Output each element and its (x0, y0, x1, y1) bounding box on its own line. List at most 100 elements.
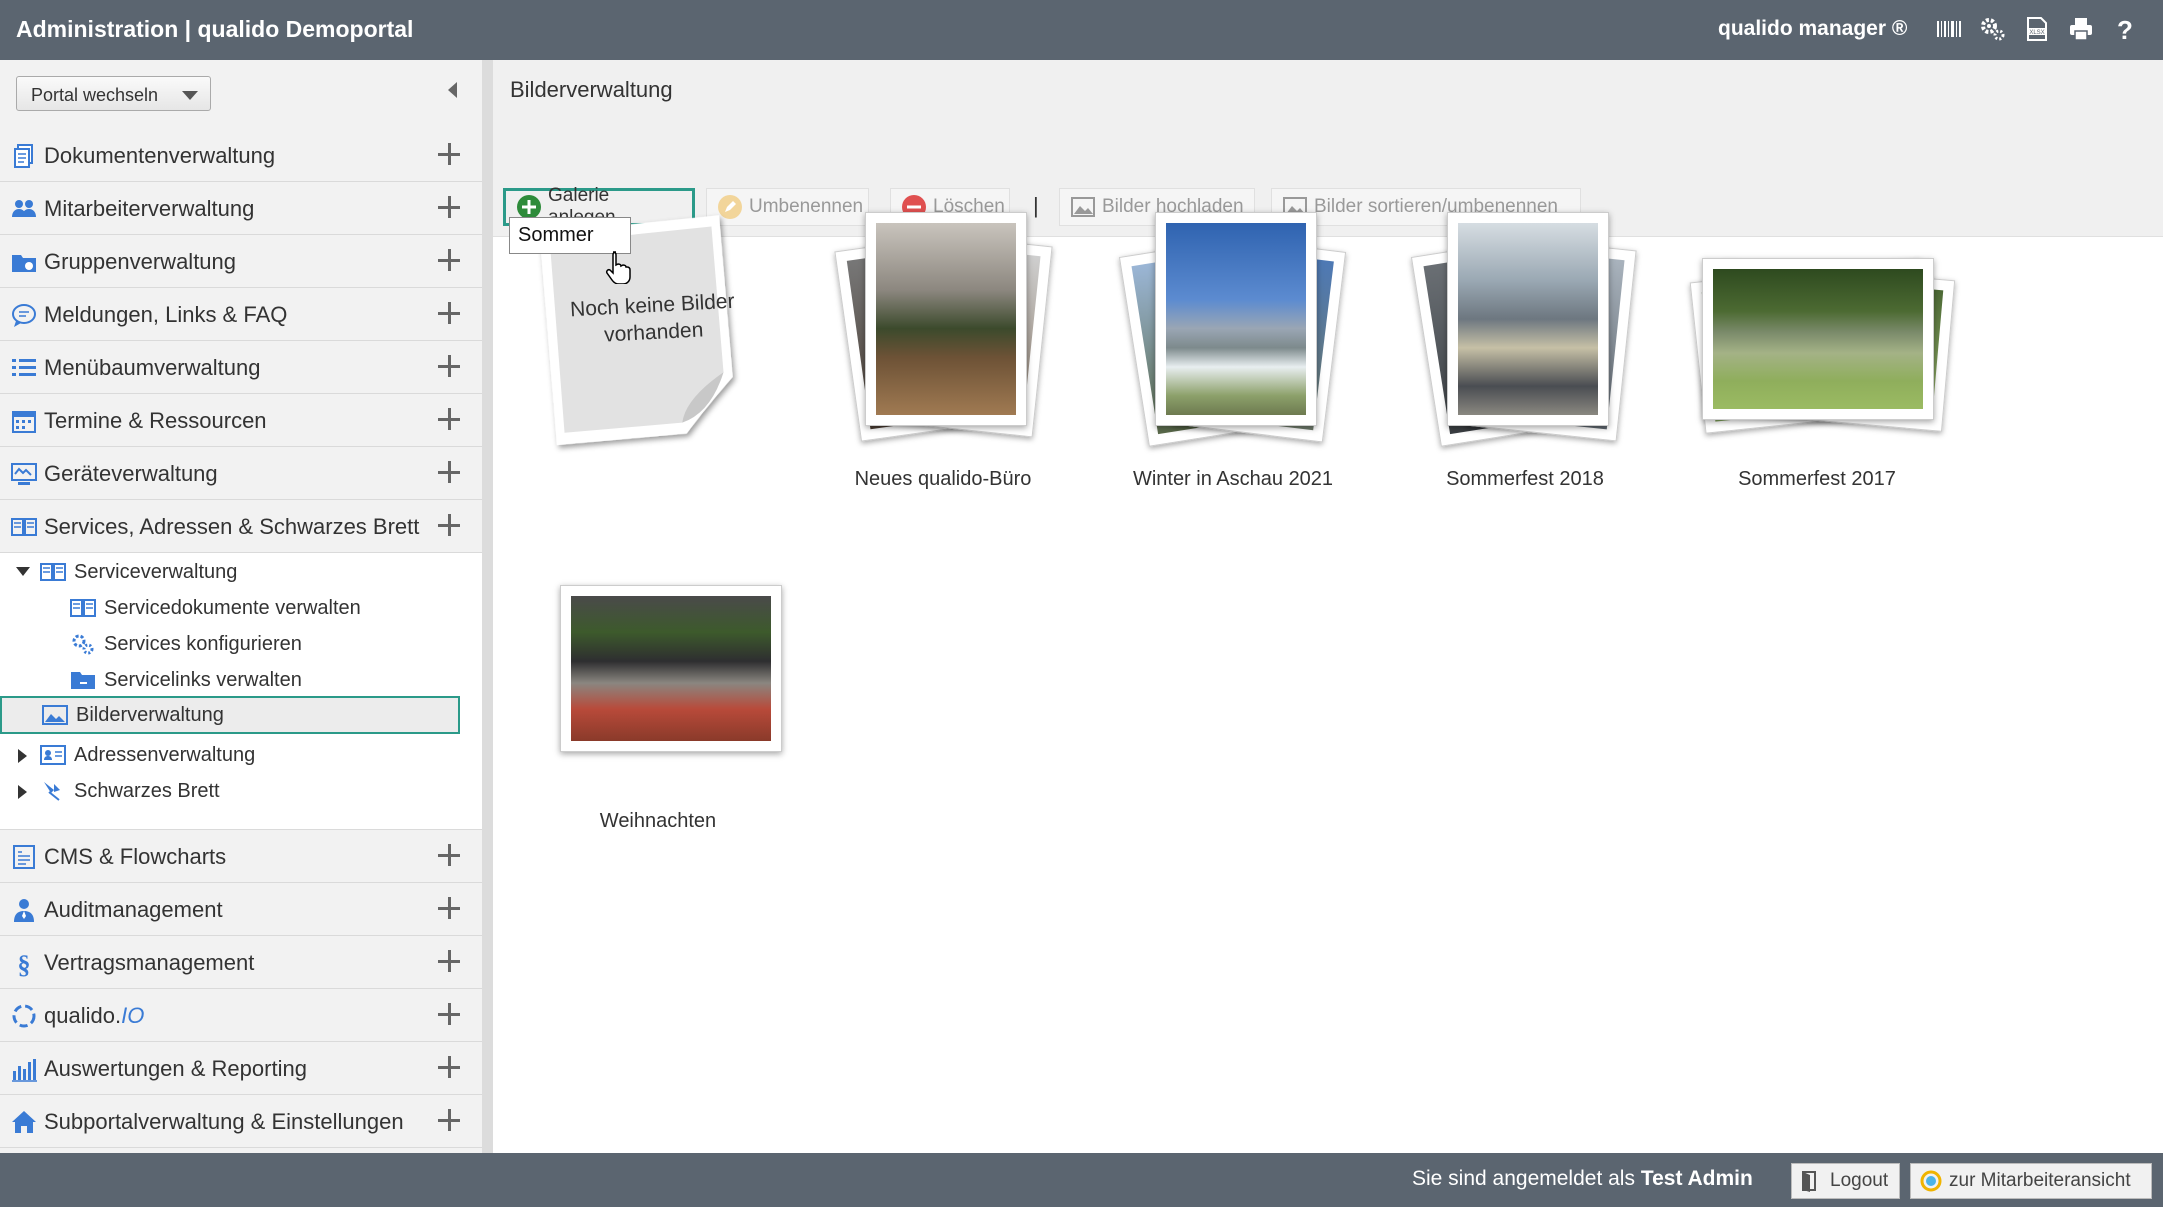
tree-expanded-icon[interactable] (16, 567, 30, 576)
gallery-tile[interactable]: Neues qualido-Büro (803, 200, 1083, 560)
expand-icon[interactable] (438, 1056, 462, 1080)
gallery-name-input[interactable] (509, 217, 631, 254)
paragraph-icon: § (10, 949, 38, 979)
expand-icon[interactable] (438, 1109, 462, 1133)
gallery-caption: Winter in Aschau 2021 (1132, 468, 1334, 490)
menu-auswertungen[interactable]: Auswertungen & Reporting (0, 1042, 482, 1095)
menu-termine[interactable]: Termine & Ressourcen (0, 394, 482, 447)
footer-bar: Sie sind angemeldet als Test Admin Logou… (0, 1153, 2163, 1207)
login-prefix: Sie sind angemeldet als (1412, 1167, 1635, 1190)
menu-geraeteverwaltung[interactable]: Geräteverwaltung (0, 447, 482, 500)
tree-collapsed-icon[interactable] (18, 749, 27, 763)
gallery-thumbnail (560, 585, 782, 752)
menu-qualido-io[interactable]: qualido.IO (0, 989, 482, 1042)
menu-gruppenverwaltung[interactable]: Gruppenverwaltung (0, 235, 482, 288)
expand-icon[interactable] (438, 249, 462, 273)
address-card-icon (40, 743, 66, 767)
menu-vertragsmanagement[interactable]: § Vertragsmanagement (0, 936, 482, 989)
qualido-ring-icon (1920, 1170, 1942, 1192)
house-icon (10, 1108, 38, 1136)
device-icon (10, 460, 38, 488)
menu-label: Auditmanagement (44, 897, 223, 922)
xlsx-export-icon[interactable]: XLSX (2022, 12, 2052, 46)
book-icon (70, 596, 96, 620)
print-icon[interactable] (2066, 12, 2096, 46)
menu-services-adressen[interactable]: Services, Adressen & Schwarzes Brett (0, 500, 482, 553)
empty-gallery-note: Noch keine Bilder vorhanden (569, 289, 736, 347)
gallery-tile[interactable]: Weihnachten (518, 520, 798, 850)
barcode-icon[interactable] (1934, 12, 1964, 46)
tree-item-bilderverwaltung[interactable]: Bilderverwaltung (0, 696, 460, 734)
employee-view-button[interactable]: zur Mitarbeiteransicht (1910, 1163, 2152, 1199)
app-title: Administration | qualido Demoportal (16, 16, 414, 42)
sidebar: Portal wechseln Dokumentenverwaltung Mit… (0, 60, 493, 1153)
employee-view-label: zur Mitarbeiteransicht (1949, 1170, 2131, 1191)
menu-label: Subportalverwaltung & Einstellungen (44, 1109, 404, 1134)
gallery-thumbnail (1702, 258, 1934, 420)
logout-button[interactable]: Logout (1791, 1163, 1900, 1199)
expand-icon[interactable] (438, 196, 462, 220)
menu-label: Gruppenverwaltung (44, 249, 237, 274)
menu-label: Meldungen, Links & FAQ (44, 302, 288, 327)
tree-item-schwarzes-brett[interactable]: Schwarzes Brett (40, 774, 220, 808)
tree-label: Services konfigurieren (104, 632, 302, 655)
gallery-thumbnail (865, 212, 1027, 426)
portal-switch-select[interactable]: Portal wechseln (16, 76, 211, 111)
expand-icon[interactable] (438, 897, 462, 921)
menu-meldungen[interactable]: Meldungen, Links & FAQ (0, 288, 482, 341)
brand-label: qualido manager ® (1718, 17, 1908, 40)
menu-label: Vertragsmanagement (44, 950, 255, 975)
gallery-tile[interactable]: Sommerfest 2018 (1385, 200, 1665, 560)
book-icon (40, 560, 66, 584)
group-folder-icon (10, 248, 38, 276)
collapse-sidebar-icon[interactable] (448, 82, 457, 98)
expand-icon[interactable] (438, 1003, 462, 1027)
tree-label: Serviceverwaltung (74, 560, 238, 583)
qualido-label: qualido. (44, 1003, 122, 1028)
svg-text:§: § (18, 950, 31, 977)
menu-label: Menübaumverwaltung (44, 355, 261, 380)
menu-mitarbeiterverwaltung[interactable]: Mitarbeiterverwaltung (0, 182, 482, 235)
gears-icon[interactable] (1978, 12, 2008, 46)
tree-label: Bilderverwaltung (76, 703, 224, 726)
tree-collapsed-icon[interactable] (18, 785, 27, 799)
menu-label: Auswertungen & Reporting (44, 1056, 307, 1081)
expand-icon[interactable] (438, 844, 462, 868)
tree-item-servicedokumente[interactable]: Servicedokumente verwalten (70, 591, 361, 625)
gears-icon (70, 632, 96, 656)
tree-label: Adressenverwaltung (74, 743, 256, 766)
users-icon (10, 195, 38, 223)
menu-dokumentenverwaltung[interactable]: Dokumentenverwaltung (0, 129, 482, 182)
book-icon (10, 513, 38, 541)
tree-item-serviceverwaltung[interactable]: Serviceverwaltung (40, 555, 237, 589)
expand-icon[interactable] (438, 461, 462, 485)
tree-item-servicelinks[interactable]: Servicelinks verwalten (70, 663, 302, 697)
menu-label: Services, Adressen & Schwarzes Brett (44, 514, 420, 539)
gallery-tile[interactable]: Sommerfest 2017 (1677, 200, 1957, 560)
tree-item-adressenverwaltung[interactable]: Adressenverwaltung (40, 738, 255, 772)
gallery-tile[interactable]: Winter in Aschau 2021 (1093, 200, 1373, 560)
menu-label: Termine & Ressourcen (44, 408, 267, 433)
menu-cms[interactable]: CMS & Flowcharts (0, 830, 482, 883)
expand-icon[interactable] (438, 143, 462, 167)
menu-subportalverwaltung[interactable]: Subportalverwaltung & Einstellungen (0, 1095, 482, 1148)
menu-auditmanagement[interactable]: Auditmanagement (0, 883, 482, 936)
bar-chart-icon (10, 1055, 38, 1083)
menu-menuebaumverwaltung[interactable]: Menübaumverwaltung (0, 341, 482, 394)
help-icon[interactable]: ? (2110, 12, 2140, 46)
menu-label: CMS & Flowcharts (44, 844, 227, 869)
link-folder-icon (70, 668, 96, 692)
expand-icon[interactable] (438, 302, 462, 326)
tree-item-services-konfigurieren[interactable]: Services konfigurieren (70, 627, 302, 661)
pin-icon (40, 779, 66, 803)
expand-icon[interactable] (438, 950, 462, 974)
expand-icon[interactable] (438, 408, 462, 432)
new-gallery-tile[interactable]: Noch keine Bilder vorhanden (518, 210, 798, 510)
list-icon (10, 354, 38, 382)
auditor-icon (10, 896, 38, 924)
menu-label: Geräteverwaltung (44, 461, 218, 486)
logout-icon (1802, 1171, 1816, 1192)
collapse-icon[interactable] (438, 514, 462, 538)
expand-icon[interactable] (438, 355, 462, 379)
gallery-caption: Sommerfest 2018 (1446, 468, 1604, 490)
